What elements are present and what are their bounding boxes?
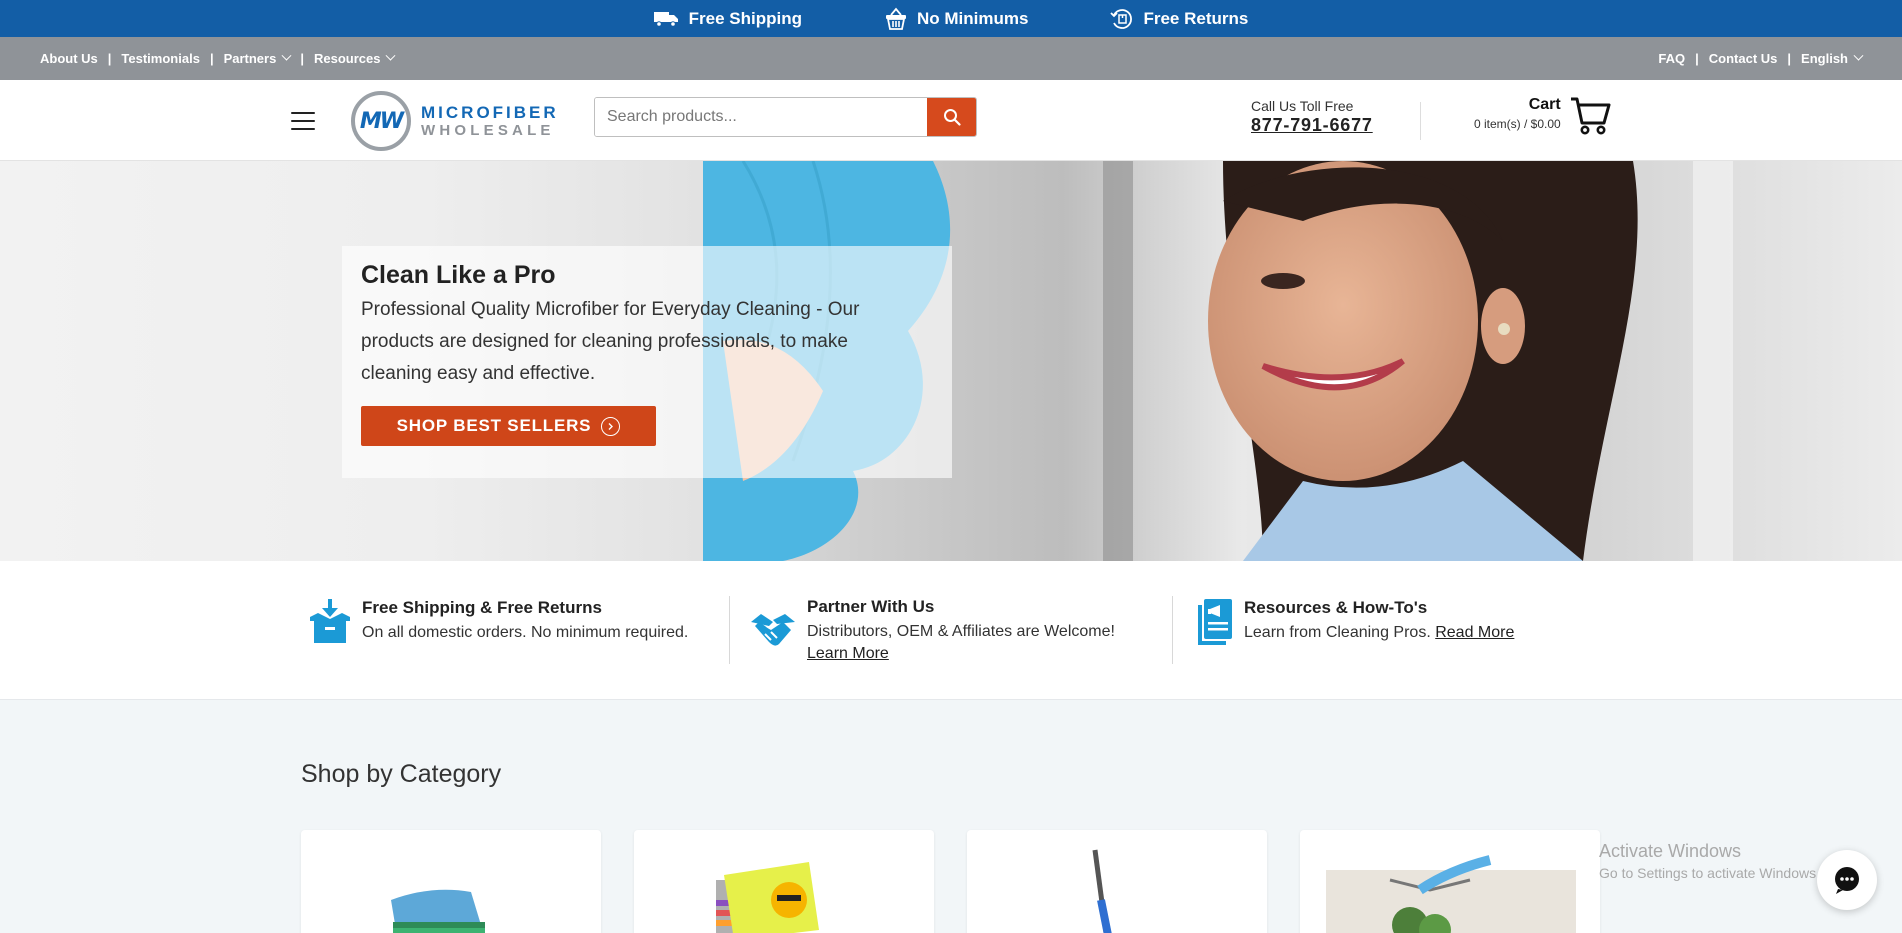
benefit-divider xyxy=(729,596,730,664)
benefit-text: On all domestic orders. No minimum requi… xyxy=(362,624,689,641)
category-card[interactable] xyxy=(301,830,601,933)
category-card[interactable] xyxy=(967,830,1267,933)
header-divider xyxy=(1420,102,1421,140)
nav-testimonials[interactable]: Testimonials xyxy=(121,51,200,66)
hero-card: Clean Like a Pro Professional Quality Mi… xyxy=(342,246,952,478)
nav-partners-label: Partners xyxy=(223,51,277,66)
phone-link[interactable]: 877-791-6677 xyxy=(1251,115,1373,136)
benefit-text: Learn from Cleaning Pros. Read More xyxy=(1244,622,1514,644)
menu-icon[interactable] xyxy=(291,112,315,130)
return-icon xyxy=(1110,8,1133,29)
promo-bar: Free Shipping No Minimums Free Returns xyxy=(0,0,1902,37)
utility-nav-left: About Us | Testimonials | Partners | Res… xyxy=(40,50,396,66)
shop-best-sellers-button[interactable]: SHOP BEST SELLERS xyxy=(361,406,656,446)
nav-resources-label: Resources xyxy=(313,51,381,66)
search-bar xyxy=(594,97,977,137)
nav-separator: | xyxy=(300,51,304,66)
read-more-link[interactable]: Read More xyxy=(1435,624,1514,641)
logo-mark: MW xyxy=(351,91,411,151)
benefit-text-block: Resources & How-To's Learn from Cleaning… xyxy=(1244,598,1514,644)
category-image xyxy=(1326,855,1576,933)
box-download-icon xyxy=(310,599,350,643)
truck-icon xyxy=(653,11,678,27)
chevron-down-icon xyxy=(1853,50,1864,61)
benefit-title: Resources & How-To's xyxy=(1244,598,1428,617)
promo-label: Free Returns xyxy=(1143,8,1249,28)
logo-wordmark: MICROFIBER WHOLESALE xyxy=(421,104,559,138)
chat-button[interactable] xyxy=(1817,850,1877,910)
benefit-text-block: Free Shipping & Free Returns On all dome… xyxy=(362,598,688,644)
benefit-divider xyxy=(1172,596,1173,664)
chat-bubble-icon xyxy=(1835,867,1859,894)
logo-line-1: MICROFIBER xyxy=(421,103,559,122)
language-label: English xyxy=(1801,51,1848,66)
cart-icon xyxy=(1570,97,1611,135)
learn-more-link[interactable]: Learn More xyxy=(807,645,889,662)
benefit-shipping: Free Shipping & Free Returns On all dome… xyxy=(308,597,688,645)
chevron-down-icon xyxy=(386,50,396,61)
cart-text: Cart 0 item(s) / $0.00 xyxy=(1474,96,1561,131)
promo-label: No Minimums xyxy=(917,8,1029,28)
nav-separator: | xyxy=(209,51,214,66)
benefit-partner: Partner With Us Distributors, OEM & Affi… xyxy=(749,597,1115,665)
cart-button[interactable]: Cart 0 item(s) / $0.00 xyxy=(1474,96,1611,136)
benefit-text: Distributors, OEM & Affiliates are Welco… xyxy=(807,621,1115,665)
site-header: MW MICROFIBER WHOLESALE Call Us Toll Fre… xyxy=(0,80,1902,161)
hero-title: Clean Like a Pro xyxy=(361,261,556,289)
benefits-strip: Free Shipping & Free Returns On all dome… xyxy=(0,561,1902,700)
benefit-description: Distributors, OEM & Affiliates are Welco… xyxy=(807,623,1115,640)
category-image xyxy=(716,862,819,933)
search-button[interactable] xyxy=(927,98,976,136)
logo-line-2: WHOLESALE xyxy=(421,122,555,139)
promo-label: Free Shipping xyxy=(688,8,802,28)
benefit-resources: Resources & How-To's Learn from Cleaning… xyxy=(1196,597,1514,645)
basket-icon xyxy=(886,7,906,30)
nav-resources[interactable]: Resources xyxy=(313,50,396,66)
promo-free-shipping: Free Shipping xyxy=(653,8,802,29)
nav-separator: | xyxy=(1787,51,1792,66)
nav-partners[interactable]: Partners xyxy=(223,50,292,66)
watermark-line-1: Activate Windows xyxy=(1599,841,1742,861)
hero-description: Professional Quality Microfiber for Ever… xyxy=(361,299,860,384)
language-selector[interactable]: English xyxy=(1801,50,1864,66)
benefit-title: Free Shipping & Free Returns xyxy=(362,598,602,617)
cta-label: SHOP BEST SELLERS xyxy=(396,416,592,435)
utility-nav: About Us | Testimonials | Partners | Res… xyxy=(0,37,1902,80)
utility-nav-right: FAQ | Contact Us | English xyxy=(1658,50,1864,66)
benefit-title: Partner With Us xyxy=(807,597,935,616)
section-title: Shop by Category xyxy=(301,760,502,788)
promo-free-returns: Free Returns xyxy=(1110,7,1248,31)
call-us: Call Us Toll Free 877-791-6677 xyxy=(1251,98,1373,136)
category-image xyxy=(1092,849,1112,933)
nav-separator: | xyxy=(107,51,112,66)
promo-no-minimums: No Minimums xyxy=(884,7,1028,31)
nav-contact-us[interactable]: Contact Us xyxy=(1709,51,1778,66)
benefit-description: Learn from Cleaning Pros. xyxy=(1244,624,1431,641)
cart-summary: 0 item(s) / $0.00 xyxy=(1474,117,1561,131)
search-icon xyxy=(943,109,961,126)
watermark-line-2: Go to Settings to activate Windows. xyxy=(1599,865,1820,881)
windows-activation-watermark: Activate Windows Go to Settings to activ… xyxy=(1599,841,1820,881)
category-card[interactable] xyxy=(1300,830,1600,933)
chevron-down-icon xyxy=(281,50,292,61)
search-input[interactable] xyxy=(595,98,927,136)
handshake-icon xyxy=(751,614,795,646)
call-label: Call Us Toll Free xyxy=(1251,98,1354,114)
chevron-right-circle-icon xyxy=(601,416,621,436)
nav-faq[interactable]: FAQ xyxy=(1658,51,1685,66)
document-megaphone-icon xyxy=(1198,599,1232,645)
category-image xyxy=(391,889,485,933)
site-logo[interactable]: MW MICROFIBER WHOLESALE xyxy=(351,91,559,151)
nav-separator: | xyxy=(1695,51,1699,66)
nav-about-us[interactable]: About Us xyxy=(40,51,98,66)
benefit-text-block: Partner With Us Distributors, OEM & Affi… xyxy=(807,597,1115,665)
shop-by-category: Shop by Category xyxy=(0,700,1902,933)
category-card[interactable] xyxy=(634,830,934,933)
hero-banner: Clean Like a Pro Professional Quality Mi… xyxy=(0,161,1902,561)
cart-label: Cart xyxy=(1528,96,1561,113)
